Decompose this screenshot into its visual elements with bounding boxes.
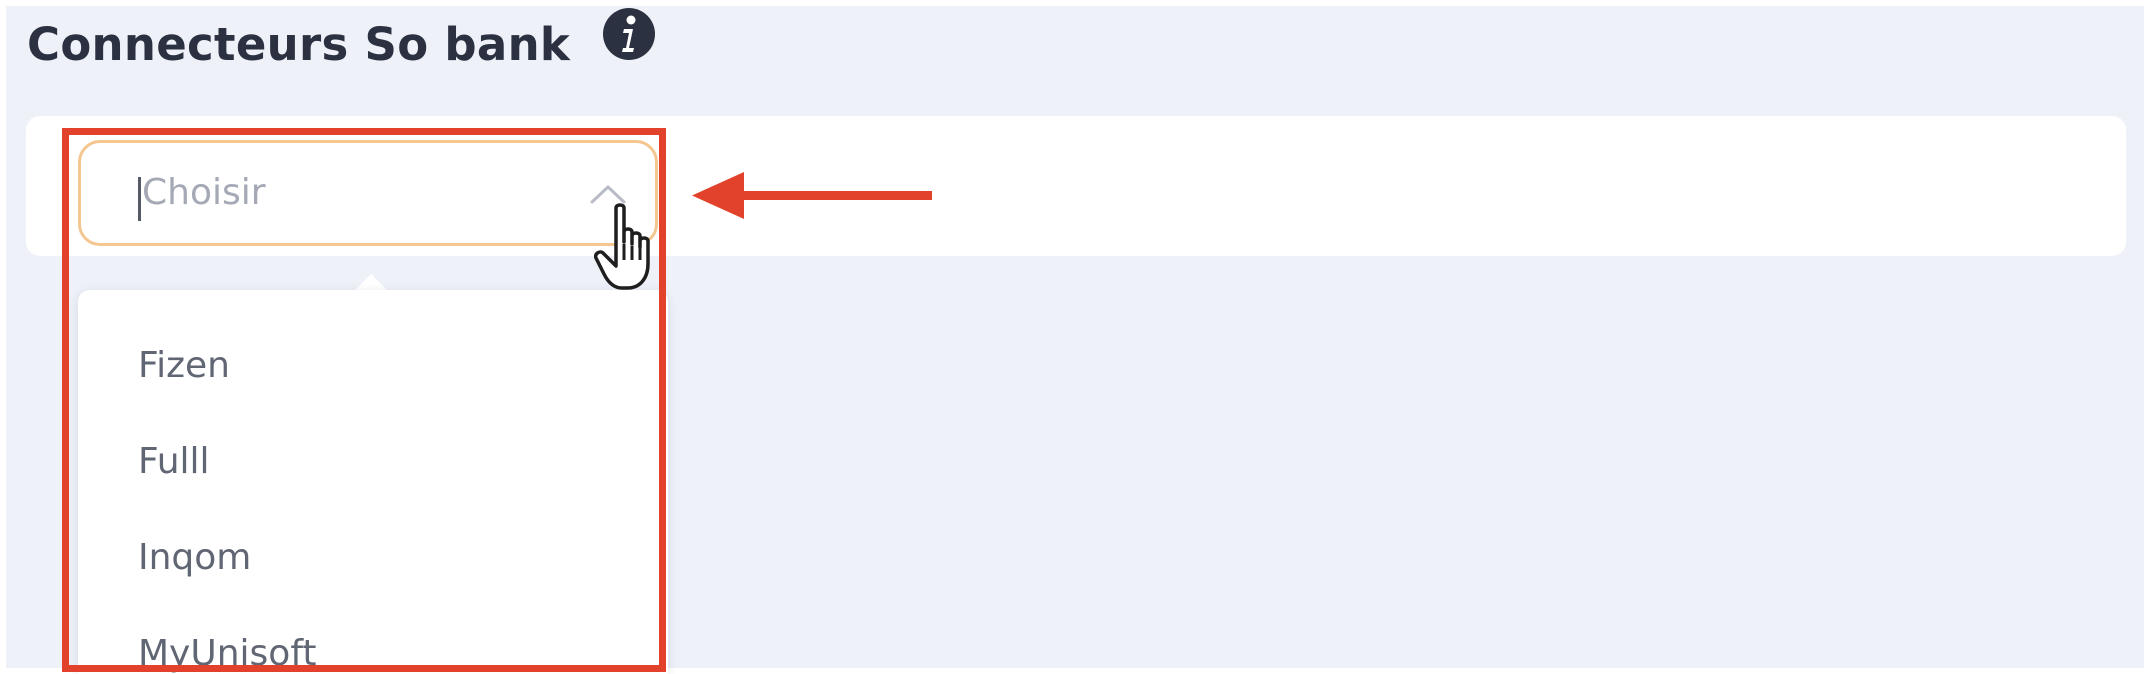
- dropdown-option-inqom[interactable]: Inqom: [138, 528, 251, 588]
- page-background: Connecteurs So bank Choisir Fizen Fulll …: [6, 6, 2144, 674]
- dropdown-pointer: [355, 274, 387, 290]
- dropdown-menu: Fizen Fulll Inqom MyUnisoft: [78, 290, 668, 674]
- info-icon[interactable]: [601, 6, 657, 62]
- dropdown-option-fizen[interactable]: Fizen: [138, 336, 230, 396]
- text-caret: [138, 177, 141, 221]
- dropdown-option-myunisoft[interactable]: MyUnisoft: [138, 624, 316, 674]
- arrow-left-icon: [692, 172, 932, 219]
- hand-pointer-icon: [594, 203, 650, 290]
- dropdown-option-fulll[interactable]: Fulll: [138, 432, 210, 492]
- section-title: Connecteurs So bank: [27, 17, 571, 71]
- select-placeholder: Choisir: [142, 172, 266, 213]
- section-header: Connecteurs So bank: [27, 14, 570, 74]
